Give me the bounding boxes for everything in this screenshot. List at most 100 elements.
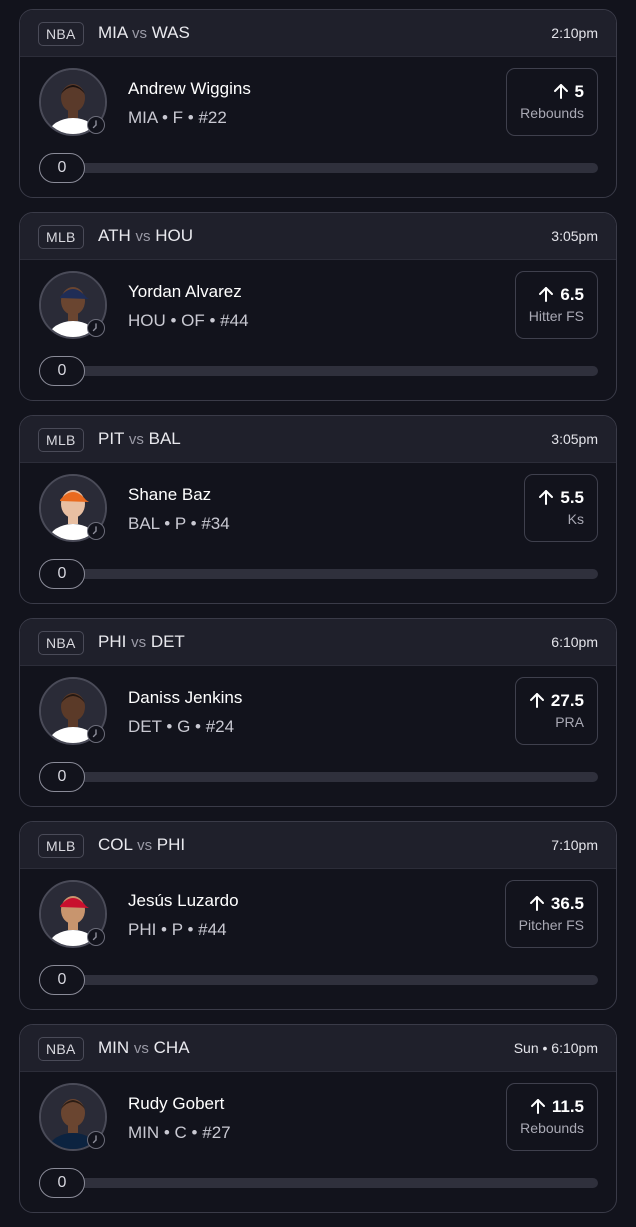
progress-track (40, 569, 598, 579)
stat-label: PRA (555, 714, 584, 730)
matchup: ATH vs HOU (98, 225, 193, 248)
player-prop-card[interactable]: MLB ATH vs HOU 3:05pm Yordan Alvarez HOU… (19, 212, 617, 401)
player-name: Andrew Wiggins (128, 79, 251, 98)
progress-track (40, 1178, 598, 1188)
clock-icon (87, 928, 105, 946)
player-team-position-number: PHI • P • #44 (128, 920, 227, 939)
team-home: HOU (155, 226, 193, 245)
clock-icon (87, 522, 105, 540)
card-header: NBA PHI vs DET 6:10pm (20, 619, 616, 666)
progress-track (40, 163, 598, 173)
stat-line-button[interactable]: 11.5 Rebounds (506, 1083, 598, 1151)
league-badge: MLB (38, 834, 84, 858)
stat-line-button[interactable]: 5 Rebounds (506, 68, 598, 136)
arrow-up-icon (530, 1099, 545, 1114)
matchup: PHI vs DET (98, 631, 185, 654)
player-team-position-number: BAL • P • #34 (128, 514, 230, 533)
game-time: Sun • 6:10pm (513, 1040, 598, 1056)
game-time: 2:10pm (551, 25, 598, 41)
league-badge: NBA (38, 1037, 84, 1061)
league-badge: MLB (38, 225, 84, 249)
progress-value: 0 (39, 1168, 85, 1198)
stat-line: 27.5 (529, 690, 584, 712)
stat-line-button[interactable]: 27.5 PRA (514, 677, 598, 745)
arrow-up-icon (539, 287, 554, 302)
league-badge: MLB (38, 428, 84, 452)
team-away: COL (98, 835, 133, 854)
card-header: NBA MIN vs CHA Sun • 6:10pm (20, 1025, 616, 1072)
stat-value: 5 (574, 82, 584, 101)
progress-value: 0 (39, 153, 85, 183)
card-header: MLB PIT vs BAL 3:05pm (20, 416, 616, 463)
matchup: MIN vs CHA (98, 1037, 190, 1060)
clock-icon (87, 319, 105, 337)
team-away: ATH (98, 226, 131, 245)
player-prop-card[interactable]: MLB PIT vs BAL 3:05pm Shane Baz BAL • P … (19, 415, 617, 604)
arrow-up-icon (539, 490, 554, 505)
vs-label: vs (133, 1040, 149, 1057)
league-badge: NBA (38, 631, 84, 655)
matchup: COL vs PHI (98, 834, 185, 857)
stat-value: 5.5 (560, 488, 584, 507)
vs-label: vs (132, 25, 148, 42)
team-home: CHA (153, 1038, 190, 1057)
team-away: MIA (98, 23, 128, 42)
stat-line: 36.5 (519, 893, 584, 915)
player-name: Jesús Luzardo (128, 891, 239, 910)
stat-line: 5 (520, 81, 584, 103)
card-header: NBA MIA vs WAS 2:10pm (20, 10, 616, 57)
player-prop-card[interactable]: NBA PHI vs DET 6:10pm Daniss Jenkins DET… (19, 618, 617, 807)
player-name: Yordan Alvarez (128, 282, 242, 301)
stat-line-button[interactable]: 36.5 Pitcher FS (504, 880, 598, 948)
vs-label: vs (135, 228, 151, 245)
game-time: 3:05pm (551, 431, 598, 447)
clock-icon (87, 1131, 105, 1149)
stat-value: 11.5 (551, 1097, 584, 1116)
game-time: 3:05pm (551, 228, 598, 244)
team-away: PIT (98, 429, 125, 448)
stat-value: 27.5 (550, 691, 584, 710)
stat-label: Pitcher FS (518, 917, 584, 933)
team-home: BAL (148, 429, 181, 448)
matchup: MIA vs WAS (98, 22, 190, 45)
arrow-up-icon (529, 693, 544, 708)
clock-icon (87, 725, 105, 743)
card-header: MLB ATH vs HOU 3:05pm (20, 213, 616, 260)
clock-icon (87, 116, 105, 134)
stat-line-button[interactable]: 6.5 Hitter FS (514, 271, 598, 339)
vs-label: vs (137, 837, 153, 854)
progress-value: 0 (39, 762, 85, 792)
progress-track (40, 366, 598, 376)
progress-track (40, 772, 598, 782)
player-prop-card[interactable]: MLB COL vs PHI 7:10pm Jesús Luzardo PHI … (19, 821, 617, 1010)
player-prop-card[interactable]: NBA MIA vs WAS 2:10pm Andrew Wiggins MIA… (19, 9, 617, 198)
player-name: Shane Baz (128, 485, 212, 504)
player-team-position-number: MIA • F • #22 (128, 108, 227, 127)
player-team-position-number: MIN • C • #27 (128, 1123, 231, 1142)
stat-label: Rebounds (520, 1120, 584, 1136)
game-time: 7:10pm (551, 837, 598, 853)
arrow-up-icon (553, 84, 568, 99)
progress-track (40, 975, 598, 985)
player-name: Daniss Jenkins (128, 688, 243, 707)
stat-line: 5.5 (538, 487, 584, 509)
team-away: PHI (98, 632, 127, 651)
matchup: PIT vs BAL (98, 428, 181, 451)
progress-value: 0 (39, 965, 85, 995)
stat-line: 6.5 (529, 284, 584, 306)
progress-value: 0 (39, 559, 85, 589)
stat-label: Rebounds (520, 105, 584, 121)
stat-label: Ks (567, 511, 584, 527)
player-prop-list: NBA MIA vs WAS 2:10pm Andrew Wiggins MIA… (19, 9, 617, 1227)
stat-line-button[interactable]: 5.5 Ks (524, 474, 598, 542)
team-away: MIN (98, 1038, 130, 1057)
player-prop-card[interactable]: NBA MIN vs CHA Sun • 6:10pm Rudy Gobert … (19, 1024, 617, 1213)
league-badge: NBA (38, 22, 84, 46)
team-home: WAS (151, 23, 190, 42)
stat-value: 36.5 (550, 894, 584, 913)
stat-label: Hitter FS (528, 308, 584, 324)
vs-label: vs (128, 431, 144, 448)
player-name: Rudy Gobert (128, 1094, 225, 1113)
team-home: DET (150, 632, 185, 651)
stat-line: 11.5 (520, 1096, 584, 1118)
